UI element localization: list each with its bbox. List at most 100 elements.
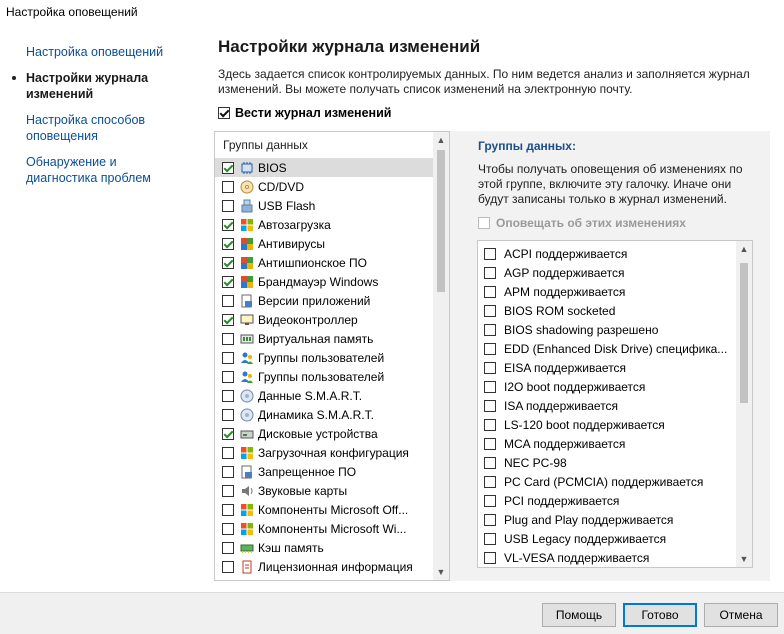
feature-row[interactable]: PCI поддерживается	[478, 491, 736, 510]
group-row[interactable]: Видеоконтроллер	[215, 310, 435, 329]
groups-scrollbar[interactable]: ▲ ▼	[433, 132, 449, 580]
group-checkbox[interactable]	[222, 237, 234, 250]
feature-row[interactable]: BIOS ROM socketed	[478, 301, 736, 320]
feature-checkbox[interactable]	[484, 380, 496, 393]
group-row[interactable]: Версии приложений	[215, 291, 435, 310]
group-row[interactable]: Данные S.M.A.R.T.	[215, 386, 435, 405]
feature-checkbox[interactable]	[484, 285, 496, 298]
group-checkbox[interactable]	[222, 370, 234, 383]
feature-checkbox[interactable]	[484, 456, 496, 469]
group-checkbox[interactable]	[222, 294, 234, 307]
group-row[interactable]: Компоненты Microsoft Off...	[215, 500, 435, 519]
nav-item-alert-settings[interactable]: Настройка оповещений	[26, 44, 186, 60]
group-checkbox[interactable]	[222, 351, 234, 364]
cancel-button[interactable]: Отмена	[704, 603, 778, 627]
group-row[interactable]: Виртуальная память	[215, 329, 435, 348]
nav-item-diagnostics[interactable]: Обнаружение и диагностика проблем	[26, 154, 186, 186]
group-checkbox[interactable]	[222, 427, 234, 440]
ok-button[interactable]: Готово	[623, 603, 697, 627]
group-checkbox[interactable]	[222, 161, 234, 174]
features-scroll-down-icon[interactable]: ▼	[736, 551, 752, 567]
group-row[interactable]: Кэш память	[215, 538, 435, 557]
group-checkbox[interactable]	[222, 218, 234, 231]
group-checkbox[interactable]	[222, 408, 234, 421]
group-row[interactable]: Группы пользователей	[215, 348, 435, 367]
group-row[interactable]: BIOS	[215, 158, 435, 177]
feature-checkbox[interactable]	[484, 361, 496, 374]
feature-checkbox[interactable]	[484, 266, 496, 279]
group-row[interactable]: Лицензионная информация	[215, 557, 435, 576]
group-checkbox[interactable]	[222, 275, 234, 288]
feature-checkbox[interactable]	[484, 513, 496, 526]
group-row[interactable]: Динамика S.M.A.R.T.	[215, 405, 435, 424]
feature-row[interactable]: LS-120 boot поддерживается	[478, 415, 736, 434]
feature-row[interactable]: VL-VESA поддерживается	[478, 548, 736, 567]
group-row[interactable]: Запрещенное ПО	[215, 462, 435, 481]
feature-checkbox[interactable]	[484, 247, 496, 260]
feature-checkbox[interactable]	[484, 399, 496, 412]
nav-item-changelog-settings[interactable]: Настройки журнала изменений	[26, 70, 186, 102]
group-checkbox[interactable]	[222, 465, 234, 478]
nav-item-notification-methods[interactable]: Настройка способов оповещения	[26, 112, 186, 144]
group-checkbox[interactable]	[222, 503, 234, 516]
feature-label: I2O boot поддерживается	[504, 379, 646, 394]
help-button[interactable]: Помощь	[542, 603, 616, 627]
scroll-down-icon[interactable]: ▼	[433, 564, 449, 580]
group-row[interactable]: Компоненты Microsoft Wi...	[215, 519, 435, 538]
feature-row[interactable]: EISA поддерживается	[478, 358, 736, 377]
feature-row[interactable]: MCA поддерживается	[478, 434, 736, 453]
chip-icon	[240, 161, 254, 175]
group-checkbox[interactable]	[222, 199, 234, 212]
feature-checkbox[interactable]	[484, 323, 496, 336]
group-checkbox[interactable]	[222, 446, 234, 459]
group-checkbox[interactable]	[222, 180, 234, 193]
group-row[interactable]: Антивирусы	[215, 234, 435, 253]
keep-log-checkbox[interactable]: Вести журнал изменений	[218, 106, 391, 120]
feature-checkbox[interactable]	[484, 342, 496, 355]
scroll-up-icon[interactable]: ▲	[433, 132, 449, 148]
feature-row[interactable]: USB Legacy поддерживается	[478, 529, 736, 548]
feature-checkbox[interactable]	[484, 494, 496, 507]
group-checkbox[interactable]	[222, 522, 234, 535]
group-checkbox[interactable]	[222, 541, 234, 554]
notify-check-icon[interactable]	[478, 217, 490, 229]
feature-label: PC Card (PCMCIA) поддерживается	[504, 474, 704, 489]
group-row[interactable]: Антишпионское ПО	[215, 253, 435, 272]
feature-row[interactable]: APM поддерживается	[478, 282, 736, 301]
group-checkbox[interactable]	[222, 484, 234, 497]
group-row[interactable]: Звуковые карты	[215, 481, 435, 500]
notify-changes-checkbox[interactable]: Оповещать об этих изменениях	[478, 216, 686, 230]
feature-row[interactable]: PC Card (PCMCIA) поддерживается	[478, 472, 736, 491]
group-checkbox[interactable]	[222, 313, 234, 326]
feature-checkbox[interactable]	[484, 532, 496, 545]
scroll-thumb[interactable]	[437, 150, 445, 292]
feature-checkbox[interactable]	[484, 418, 496, 431]
group-row[interactable]: CD/DVD	[215, 177, 435, 196]
feature-row[interactable]: EDD (Enhanced Disk Drive) спецификa...	[478, 339, 736, 358]
group-checkbox[interactable]	[222, 332, 234, 345]
group-checkbox[interactable]	[222, 560, 234, 573]
feature-row[interactable]: I2O boot поддерживается	[478, 377, 736, 396]
features-scrollbar[interactable]: ▲ ▼	[736, 241, 752, 567]
group-checkbox[interactable]	[222, 256, 234, 269]
feature-row[interactable]: NEC PC-98	[478, 453, 736, 472]
feature-row[interactable]: Plug and Play поддерживается	[478, 510, 736, 529]
feature-row[interactable]: BIOS shadowing разрешено	[478, 320, 736, 339]
feature-row[interactable]: ISA поддерживается	[478, 396, 736, 415]
group-row[interactable]: USB Flash	[215, 196, 435, 215]
feature-checkbox[interactable]	[484, 437, 496, 450]
feature-row[interactable]: ACPI поддерживается	[478, 244, 736, 263]
group-row[interactable]: Автозагрузка	[215, 215, 435, 234]
group-row[interactable]: Дисковые устройства	[215, 424, 435, 443]
features-scroll-thumb[interactable]	[740, 263, 748, 403]
keep-log-check-icon[interactable]	[218, 107, 230, 119]
group-row[interactable]: Группы пользователей	[215, 367, 435, 386]
feature-row[interactable]: AGP поддерживается	[478, 263, 736, 282]
group-row[interactable]: Брандмауэр Windows	[215, 272, 435, 291]
features-scroll-up-icon[interactable]: ▲	[736, 241, 752, 257]
feature-checkbox[interactable]	[484, 304, 496, 317]
group-row[interactable]: Загрузочная конфигурация	[215, 443, 435, 462]
group-checkbox[interactable]	[222, 389, 234, 402]
feature-checkbox[interactable]	[484, 551, 496, 564]
feature-checkbox[interactable]	[484, 475, 496, 488]
